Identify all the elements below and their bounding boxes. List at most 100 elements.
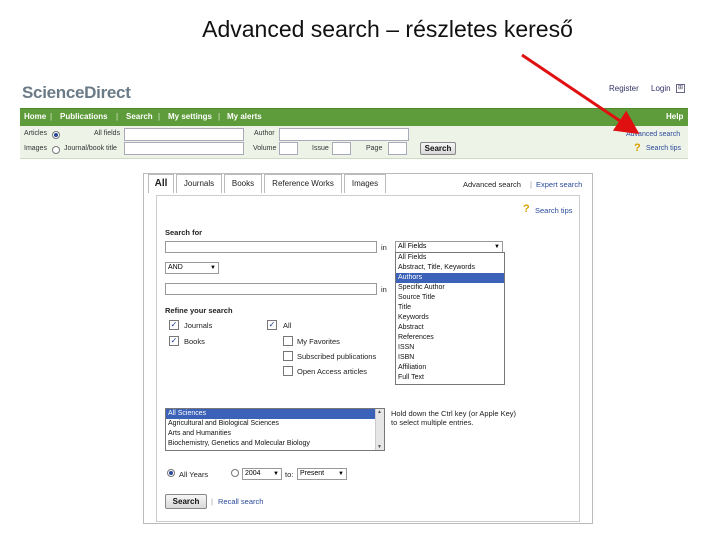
to-label: to: [285,470,294,479]
dropdown-arrow-icon: ▼ [338,471,344,477]
journals-checkbox[interactable]: ✓ [169,320,179,330]
field-option[interactable]: ISSN [396,343,504,353]
field-option[interactable]: Full Text [396,373,504,383]
field-option[interactable]: References [396,333,504,343]
dropdown-arrow-icon: ▼ [210,265,216,271]
quick-search-button[interactable]: Search [420,142,456,155]
nav-my-alerts[interactable]: My alerts [227,112,262,121]
quick-search-bar: Articles Images All fields Journal/book … [20,126,688,159]
volume-input[interactable] [279,142,298,155]
journal-title-input[interactable] [124,142,244,155]
subject-list-scrollbar[interactable] [375,409,384,450]
multi-select-note: Hold down the Ctrl key (or Apple Key) [391,409,517,418]
tab-all[interactable]: All [148,174,174,193]
year-from-value: 2004 [245,470,261,477]
subject-option[interactable]: Agricultural and Biological Sciences [166,419,384,429]
field-option-selected[interactable]: Authors [396,273,504,283]
nav-separator: | [50,112,53,121]
journals-label: Journals [184,321,213,330]
year-to-select[interactable]: Present ▼ [297,468,347,480]
author-input[interactable] [279,128,409,141]
journal-title-label: Journal/book title [64,145,117,152]
multi-select-note-2: to select multiple entries. [391,418,474,427]
advanced-search-link[interactable]: Advanced search [626,131,680,138]
search-term-1-input[interactable] [165,241,377,253]
nav-search[interactable]: Search [126,112,153,121]
subject-list[interactable]: All Sciences Agricultural and Biological… [165,408,385,451]
in-label: in [381,285,387,294]
dropdown-arrow-icon: ▼ [273,471,279,477]
year-from-select[interactable]: 2004 ▼ [242,468,282,480]
advanced-search-button[interactable]: Search [165,494,207,509]
field-option[interactable]: Title [396,303,504,313]
year-to-value: Present [300,470,325,477]
my-favorites-checkbox[interactable] [283,336,293,346]
all-fields-label: All fields [94,130,121,137]
field-option[interactable]: Source Title [396,293,504,303]
field-option[interactable]: Abstract, Title, Keywords [396,263,504,273]
nav-home[interactable]: Home [24,112,46,121]
field-option[interactable]: Abstract [396,323,504,333]
form-search-tips-link[interactable]: Search tips [535,206,573,215]
nav-publications[interactable]: Publications [60,112,108,121]
field-option[interactable]: All Fields [396,253,504,263]
register-link[interactable]: Register [609,84,639,93]
images-label: Images [24,145,47,152]
link-separator: | [530,180,532,189]
articles-label: Articles [24,130,47,137]
tab-images[interactable]: Images [344,174,386,193]
all-years-label: All Years [179,470,209,479]
page-label: Page [366,145,383,152]
refine-label: Refine your search [165,306,233,315]
nav-separator: | [218,112,221,121]
nav-my-settings[interactable]: My settings [168,112,212,121]
subject-option-selected[interactable]: All Sciences [166,409,384,419]
year-range-radio[interactable] [231,469,239,477]
nav-help[interactable]: Help [666,112,683,121]
subject-option[interactable]: Arts and Humanities [166,429,384,439]
expert-search-link[interactable]: Expert search [536,180,582,189]
field-options-list[interactable]: All Fields Abstract, Title, Keywords Aut… [395,252,505,385]
field-option[interactable]: Specific Author [396,283,504,293]
open-access-checkbox[interactable] [283,366,293,376]
books-checkbox[interactable]: ✓ [169,336,179,346]
field-option[interactable]: ISBN [396,353,504,363]
sciencedirect-logo[interactable]: ScienceDirect [22,83,131,103]
search-term-2-input[interactable] [165,283,377,295]
field-option[interactable]: Affiliation [396,363,504,373]
slide-title: Advanced search – részletes kereső [202,16,573,42]
help-icon: ? [523,203,530,215]
articles-radio[interactable] [52,131,60,139]
subscribed-label: Subscribed publications [297,352,377,361]
tab-journals[interactable]: Journals [176,174,222,193]
tab-reference-works[interactable]: Reference Works [264,174,342,193]
advanced-search-panel: All Journals Books Reference Works Image… [143,173,593,524]
search-for-label: Search for [165,228,203,237]
images-radio[interactable] [52,146,60,154]
field-option[interactable]: Keywords [396,313,504,323]
subscribed-checkbox[interactable] [283,351,293,361]
nav-separator: | [158,112,161,121]
login-icon[interactable]: ⊞ [676,84,685,93]
issue-input[interactable] [332,142,351,155]
help-icon: ? [634,142,641,154]
open-access-label: Open Access articles [297,367,368,376]
recall-search-link[interactable]: Recall search [218,497,263,506]
login-link[interactable]: Login [651,84,671,93]
all-years-radio[interactable] [167,469,175,477]
dropdown-arrow-icon: ▼ [494,244,500,250]
my-favorites-label: My Favorites [297,337,340,346]
subject-option[interactable]: Biochemistry, Genetics and Molecular Bio… [166,439,384,449]
field-select-value: All Fields [398,243,427,250]
operator-select[interactable]: AND ▼ [165,262,219,274]
link-separator: | [211,497,213,506]
author-label: Author [254,130,275,137]
page-input[interactable] [388,142,407,155]
search-form: ? Search tips Search for in All Fields ▼… [156,195,580,522]
advanced-search-tab-link[interactable]: Advanced search [463,180,521,189]
all-checkbox[interactable]: ✓ [267,320,277,330]
tab-books[interactable]: Books [224,174,262,193]
search-tips-link[interactable]: Search tips [646,145,681,152]
issue-label: Issue [312,145,329,152]
all-fields-input[interactable] [124,128,244,141]
